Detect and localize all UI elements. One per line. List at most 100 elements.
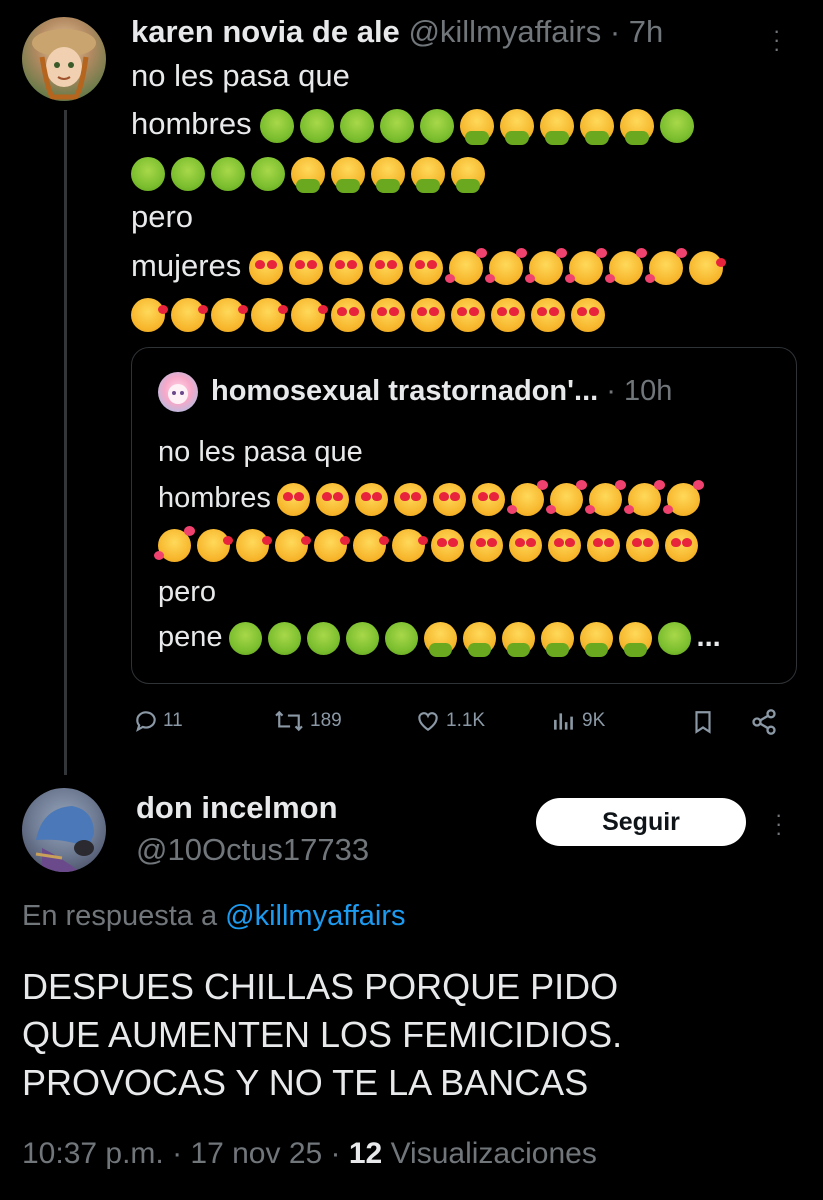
quote-avatar-illustration — [168, 384, 188, 404]
sick-emoji-icon — [384, 621, 418, 655]
reply-to-handle[interactable]: @killmyaffairs — [225, 900, 405, 932]
party-emoji-icon — [525, 247, 568, 285]
views-count: 9K — [582, 710, 606, 731]
author-handle[interactable]: @killmyaffairs — [408, 14, 601, 49]
heart-emoji-icon — [626, 529, 659, 563]
quote-line-hombres: hombres — [158, 478, 706, 518]
avatar[interactable] — [22, 17, 106, 101]
sick-emoji-icon — [339, 108, 374, 143]
quote-ellipsis: ... — [696, 621, 721, 653]
reply-author-handle[interactable]: @10Octus17733 — [136, 832, 369, 868]
tweet-line-hombres: hombres — [131, 104, 700, 145]
reply-to-prefix: En respuesta a — [22, 900, 218, 932]
like-count: 1.1K — [446, 710, 486, 731]
heart-emoji-icon — [431, 529, 464, 563]
repost-icon — [275, 710, 303, 732]
avatar-illustration — [32, 29, 96, 100]
reply-count: 11 — [163, 710, 183, 731]
vomit-emoji-icon — [423, 621, 457, 657]
heart-emoji-icon — [354, 482, 388, 516]
heart-emoji-icon — [411, 297, 445, 332]
share-icon[interactable] — [750, 708, 778, 741]
heart-emoji-icon — [531, 297, 565, 332]
heart-emoji-icon — [289, 250, 324, 285]
heart-emoji-icon — [571, 297, 605, 332]
reply-to-line: En respuesta a @killmyaffairs — [22, 900, 406, 933]
heart-emoji-icon — [409, 250, 444, 285]
quote-time[interactable]: · 10h — [606, 375, 672, 407]
party-emoji-icon — [584, 479, 626, 516]
vomit-emoji-icon — [331, 156, 365, 193]
reply-author-name[interactable]: don incelmon — [136, 790, 338, 826]
more-options-icon[interactable]: · · · — [773, 20, 780, 60]
vomit-emoji-icon — [371, 156, 405, 193]
kiss-emoji-icon — [689, 250, 727, 285]
sick-emoji-icon — [251, 156, 285, 191]
sick-emoji-icon — [211, 156, 245, 191]
tweet-header: karen novia de ale @killmyaffairs · 7h — [131, 14, 663, 50]
sick-emoji-icon — [306, 621, 340, 655]
heart-emoji-icon — [329, 250, 364, 285]
vomit-emoji-icon — [451, 156, 485, 193]
repost-button[interactable]: 189 — [272, 708, 342, 734]
reply-button[interactable]: 11 — [133, 708, 183, 734]
vomit-emoji-icon — [539, 108, 574, 145]
kiss-emoji-icon — [291, 297, 328, 332]
kiss-emoji-icon — [392, 529, 428, 563]
kiss-emoji-icon — [251, 297, 288, 332]
reply-views-label: Visualizaciones — [390, 1137, 597, 1170]
kiss-emoji-icon — [171, 297, 208, 332]
heart-emoji-icon — [276, 482, 310, 516]
party-emoji-icon — [545, 479, 587, 516]
quote-header: homosexual trastornadon'... · 10h — [211, 374, 672, 408]
reply-icon — [136, 711, 156, 732]
heart-emoji-icon — [665, 529, 698, 563]
reply-avatar-illustration — [35, 806, 94, 872]
quote-avatar[interactable] — [158, 372, 198, 412]
more-options-icon[interactable]: · · · — [775, 804, 782, 844]
follow-button[interactable]: Seguir — [536, 798, 746, 846]
sick-emoji-icon — [267, 621, 301, 655]
tweet-time[interactable]: · 7h — [610, 14, 663, 49]
heart-emoji-icon — [369, 250, 404, 285]
tweet-line-1: no les pasa que — [131, 58, 350, 93]
quote-word-hombres: hombres — [158, 482, 271, 514]
reply-timestamp[interactable]: 10:37 p.m. · 17 nov 25 · — [22, 1137, 341, 1170]
reply-body-line: PROVOCAS Y NO TE LA BANCAS — [22, 1062, 589, 1103]
kiss-emoji-icon — [197, 529, 233, 563]
sick-emoji-icon — [379, 108, 414, 143]
heart-emoji-icon — [249, 250, 284, 285]
sick-emoji-icon — [131, 156, 165, 191]
bookmark-icon[interactable] — [690, 708, 716, 741]
reply-avatar[interactable] — [22, 788, 106, 872]
sick-emoji-icon — [259, 108, 294, 143]
reply-views-count: 12 — [348, 1137, 383, 1170]
kiss-emoji-icon — [314, 529, 350, 563]
reply-body-line: QUE AUMENTEN LOS FEMICIDIOS. — [22, 1014, 623, 1055]
heart-emoji-icon — [509, 529, 542, 563]
sick-emoji-icon — [171, 156, 205, 191]
thread-connector-line — [64, 110, 67, 775]
kiss-emoji-icon — [275, 529, 311, 563]
quote-line-pene: pene... — [158, 617, 721, 657]
vomit-emoji-icon — [619, 108, 654, 145]
party-emoji-icon — [485, 247, 528, 285]
quote-word-pene: pene — [158, 621, 223, 653]
party-emoji-icon — [154, 526, 195, 563]
vomit-emoji-icon — [411, 156, 445, 193]
heart-emoji-icon — [393, 482, 427, 516]
kiss-emoji-icon — [353, 529, 389, 563]
author-name[interactable]: karen novia de ale — [131, 14, 400, 49]
views-button[interactable]: 9K — [550, 708, 605, 734]
emoji-row — [259, 106, 700, 145]
heart-emoji-icon — [315, 482, 349, 516]
vomit-emoji-icon — [579, 108, 614, 145]
sick-emoji-icon — [657, 621, 691, 655]
sick-emoji-icon — [345, 621, 379, 655]
reply-body: DESPUES CHILLAS PORQUE PIDO QUE AUMENTEN… — [22, 963, 622, 1107]
quote-author-name[interactable]: homosexual trastornadon'... — [211, 375, 598, 407]
heart-emoji-icon — [548, 529, 581, 563]
vomit-emoji-icon — [291, 156, 325, 193]
like-button[interactable]: 1.1K — [414, 708, 485, 734]
tweet-line-mujeres: mujeres — [131, 246, 729, 286]
